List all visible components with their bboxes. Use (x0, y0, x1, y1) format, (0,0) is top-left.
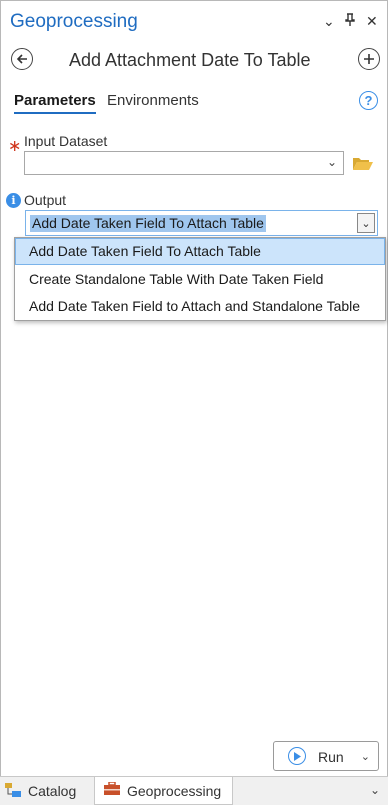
dropdown-option[interactable]: Create Standalone Table With Date Taken … (15, 266, 385, 293)
input-dataset-label: Input Dataset (24, 133, 108, 149)
tabs-overflow-icon[interactable]: ⌄ (370, 783, 380, 797)
catalog-tab-label: Catalog (28, 783, 77, 799)
output-selected-value: Add Date Taken Field To Attach Table (30, 215, 266, 232)
catalog-icon (4, 782, 22, 801)
browse-folder-icon[interactable] (352, 155, 374, 176)
pin-icon[interactable] (345, 13, 355, 30)
output-label: Output (24, 192, 67, 208)
play-icon (288, 747, 306, 765)
info-icon[interactable]: i (6, 193, 21, 208)
input-dataset-combo[interactable]: ⌄ (24, 151, 344, 175)
add-icon[interactable] (358, 48, 380, 70)
tab-parameters[interactable]: Parameters (14, 92, 96, 114)
tab-geoprocessing[interactable]: Geoprocessing (94, 777, 233, 805)
back-arrow-icon[interactable] (11, 48, 33, 70)
output-select[interactable]: Add Date Taken Field To Attach Table ⌄ (25, 210, 378, 236)
run-options-chevron-icon[interactable]: ⌄ (361, 750, 370, 763)
output-dropdown-list: Add Date Taken Field To Attach Table Cre… (14, 237, 386, 321)
tab-environments[interactable]: Environments (107, 92, 199, 109)
geoprocessing-tab-label: Geoprocessing (127, 782, 222, 799)
geoprocessing-pane: Geoprocessing ⌄ ✕ Add Attachment Date To… (0, 0, 388, 777)
required-icon: ∗ (8, 138, 22, 155)
tab-catalog[interactable]: Catalog (4, 777, 94, 805)
chevron-down-icon[interactable]: ⌄ (327, 155, 337, 169)
toolbox-icon (103, 781, 121, 799)
pane-tab-bar: Catalog Geoprocessing ⌄ (0, 776, 388, 805)
tool-title: Add Attachment Date To Table (69, 50, 311, 70)
dropdown-option[interactable]: Add Date Taken Field to Attach and Stand… (15, 293, 385, 320)
close-icon[interactable]: ✕ (366, 13, 378, 30)
help-icon[interactable]: ? (359, 91, 378, 110)
pane-title: Geoprocessing (10, 11, 138, 32)
run-button[interactable]: Run ⌄ (273, 741, 379, 771)
run-label: Run (318, 749, 344, 765)
pane-menu-icon[interactable]: ⌄ (323, 13, 335, 30)
dropdown-option[interactable]: Add Date Taken Field To Attach Table (15, 238, 385, 265)
dropdown-arrow-icon[interactable]: ⌄ (357, 213, 375, 233)
